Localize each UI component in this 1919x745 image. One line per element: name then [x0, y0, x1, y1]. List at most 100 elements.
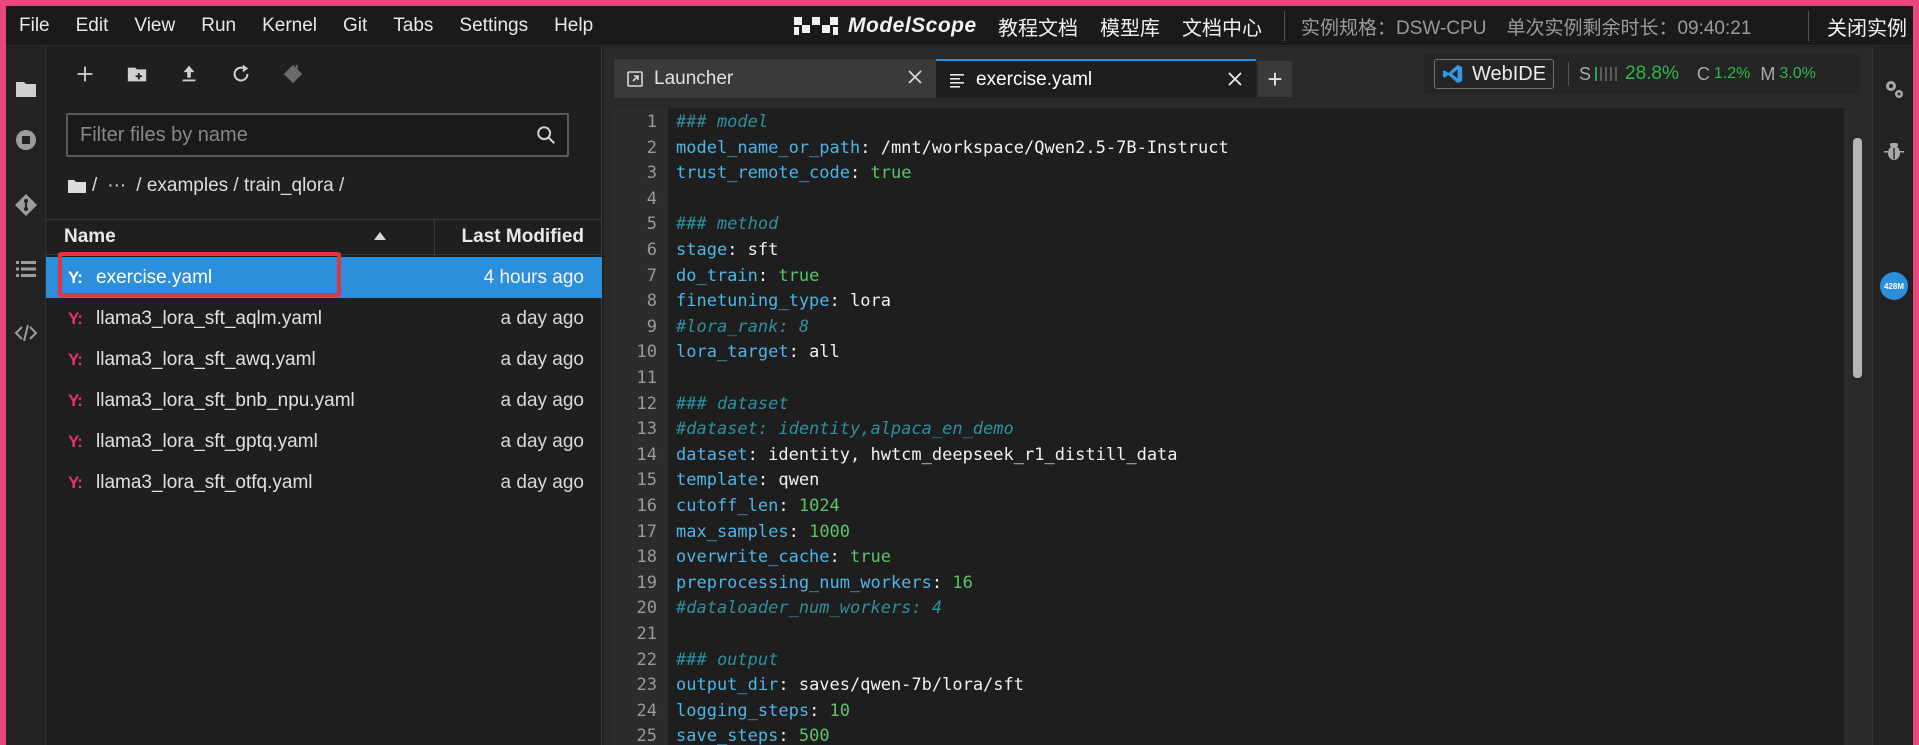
- code-token: ### model: [676, 112, 769, 132]
- menu-run[interactable]: Run: [188, 6, 249, 46]
- code-line[interactable]: 14 dataset: identity, hwtcm_deepseek_r1_d…: [612, 443, 1844, 469]
- code-line[interactable]: 10 lora_target: all: [612, 340, 1844, 366]
- menu-git[interactable]: Git: [330, 6, 380, 46]
- line-number: 4: [646, 188, 657, 209]
- code-line[interactable]: 17 max_samples: 1000: [612, 520, 1844, 546]
- git-clone-icon: [283, 64, 303, 84]
- code-token: : sft: [727, 240, 779, 260]
- close-icon[interactable]: [1226, 70, 1244, 88]
- file-row-exercise[interactable]: Y: exercise.yaml 4 hours ago: [46, 252, 602, 298]
- code-icon[interactable]: [14, 321, 38, 345]
- file-row[interactable]: Y: llama3_lora_sft_otfq.yaml a day ago: [46, 462, 602, 503]
- tab-exercise-yaml[interactable]: exercise.yaml: [936, 59, 1256, 98]
- close-instance-button[interactable]: 关闭实例: [1827, 12, 1907, 41]
- code-line[interactable]: 24 logging_steps: 10: [612, 699, 1844, 725]
- table-of-contents-icon[interactable]: [14, 257, 38, 281]
- folder-icon[interactable]: [14, 77, 38, 101]
- debugger-bug-icon[interactable]: [1882, 139, 1906, 163]
- code-line[interactable]: 5 ### method: [612, 212, 1844, 238]
- breadcrumb-ellipsis[interactable]: ···: [107, 175, 126, 197]
- link-model-hub[interactable]: 模型库: [1100, 12, 1160, 41]
- tab-launcher[interactable]: Launcher: [614, 59, 936, 98]
- file-row[interactable]: Y: llama3_lora_sft_aqlm.yaml a day ago: [46, 298, 602, 339]
- memory-usage-badge[interactable]: 428M: [1880, 272, 1908, 300]
- menu-settings[interactable]: Settings: [446, 6, 541, 46]
- code-line[interactable]: 18 overwrite_cache: true: [612, 545, 1844, 571]
- add-tab-button[interactable]: +: [1258, 61, 1292, 97]
- menu-view[interactable]: View: [121, 6, 188, 46]
- code-token: :: [778, 726, 799, 745]
- code-token: cutoff_len: [676, 496, 779, 516]
- code-line[interactable]: 19 preprocessing_num_workers: 16: [612, 571, 1844, 597]
- line-number: 15: [636, 470, 657, 491]
- code-line[interactable]: 21: [612, 622, 1844, 648]
- breadcrumb: / ··· / examples / train_qlora /: [68, 171, 354, 201]
- code-line[interactable]: 3 trust_remote_code: true: [612, 161, 1844, 187]
- code-line[interactable]: 4: [612, 187, 1844, 213]
- code-line[interactable]: 23 output_dir: saves/qwen-7b/lora/sft: [612, 673, 1844, 699]
- column-name-header[interactable]: Name: [64, 226, 116, 248]
- code-text: dataset: identity, hwtcm_deepseek_r1_dis…: [676, 443, 1178, 469]
- code-token: :: [788, 521, 810, 542]
- code-text: preprocessing_num_workers: 16: [676, 571, 973, 597]
- code-line[interactable]: 11: [612, 366, 1844, 392]
- modelscope-logo-icon: [794, 17, 838, 35]
- code-line[interactable]: 6 stage: sft: [612, 238, 1844, 264]
- menu-file[interactable]: File: [6, 6, 63, 46]
- code-text: max_samples: 1000: [676, 520, 850, 546]
- code-token: save_steps: [676, 726, 779, 745]
- code-line[interactable]: 13 #dataset: identity,alpaca_en_demo: [612, 417, 1844, 443]
- column-divider[interactable]: [434, 220, 435, 256]
- code-line[interactable]: 12 ### dataset: [612, 392, 1844, 418]
- scrollbar-thumb[interactable]: [1853, 138, 1862, 378]
- code-text: do_train: true: [676, 264, 819, 290]
- menu-edit[interactable]: Edit: [63, 6, 122, 46]
- menu-kernel[interactable]: Kernel: [249, 6, 330, 46]
- new-folder-button[interactable]: [124, 61, 150, 87]
- running-kernels-icon[interactable]: [14, 128, 38, 152]
- menu-help[interactable]: Help: [541, 6, 606, 46]
- code-line[interactable]: 16 cutoff_len: 1024: [612, 494, 1844, 520]
- link-tutorials[interactable]: 教程文档: [998, 12, 1078, 41]
- link-docs-center[interactable]: 文档中心: [1182, 12, 1262, 41]
- file-name: llama3_lora_sft_bnb_npu.yaml: [96, 389, 355, 411]
- file-row[interactable]: Y: llama3_lora_sft_gptq.yaml a day ago: [46, 421, 602, 462]
- code-token: 10: [829, 700, 851, 721]
- code-line[interactable]: 1 ### model: [612, 110, 1844, 136]
- close-icon[interactable]: [906, 68, 924, 86]
- code-token: template: [676, 470, 758, 491]
- code-editor[interactable]: 1 ### model 2 model_name_or_path: /mnt/work…: [612, 108, 1844, 745]
- filter-input[interactable]: [68, 115, 567, 155]
- code-token: :: [809, 700, 830, 721]
- new-launcher-button[interactable]: [72, 61, 98, 87]
- code-line[interactable]: 2 model_name_or_path: /mnt/workspace/Qwen…: [612, 136, 1844, 162]
- storage-value: 28.8%: [1625, 63, 1679, 84]
- yaml-file-icon: Y:: [68, 267, 83, 287]
- vertical-scrollbar[interactable]: [1850, 108, 1864, 745]
- column-modified-header[interactable]: Last Modified: [462, 226, 584, 248]
- upload-button[interactable]: [176, 61, 202, 87]
- webide-button[interactable]: WebIDE: [1434, 59, 1554, 89]
- folder-icon[interactable]: [68, 179, 86, 193]
- code-line[interactable]: 25 save_steps: 500: [612, 724, 1844, 745]
- refresh-icon: [233, 64, 249, 82]
- git-icon[interactable]: [14, 193, 38, 217]
- code-line[interactable]: 8 finetuning_type: lora: [612, 289, 1844, 315]
- git-clone-button[interactable]: [280, 61, 306, 87]
- breadcrumb-root[interactable]: /: [92, 175, 97, 197]
- code-token: stage: [676, 240, 728, 260]
- code-line[interactable]: 22 ### output: [612, 648, 1844, 674]
- code-line[interactable]: 7 do_train: true: [612, 264, 1844, 290]
- modelscope-brand[interactable]: ModelScope: [792, 6, 977, 46]
- code-line[interactable]: 9 #lora_rank: 8: [612, 315, 1844, 341]
- property-inspector-icon[interactable]: [1882, 77, 1906, 101]
- code-line[interactable]: 15 template: qwen: [612, 468, 1844, 494]
- menu-tabs[interactable]: Tabs: [380, 6, 446, 46]
- code-line[interactable]: 20 #dataloader_num_workers: 4: [612, 596, 1844, 622]
- breadcrumb-path[interactable]: / examples / train_qlora /: [136, 175, 344, 197]
- vscode-icon: [1442, 64, 1463, 84]
- file-row[interactable]: Y: llama3_lora_sft_bnb_npu.yaml a day ag…: [46, 380, 602, 421]
- yaml-file-icon: Y:: [68, 472, 83, 492]
- refresh-button[interactable]: [228, 61, 254, 87]
- file-row[interactable]: Y: llama3_lora_sft_awq.yaml a day ago: [46, 339, 602, 380]
